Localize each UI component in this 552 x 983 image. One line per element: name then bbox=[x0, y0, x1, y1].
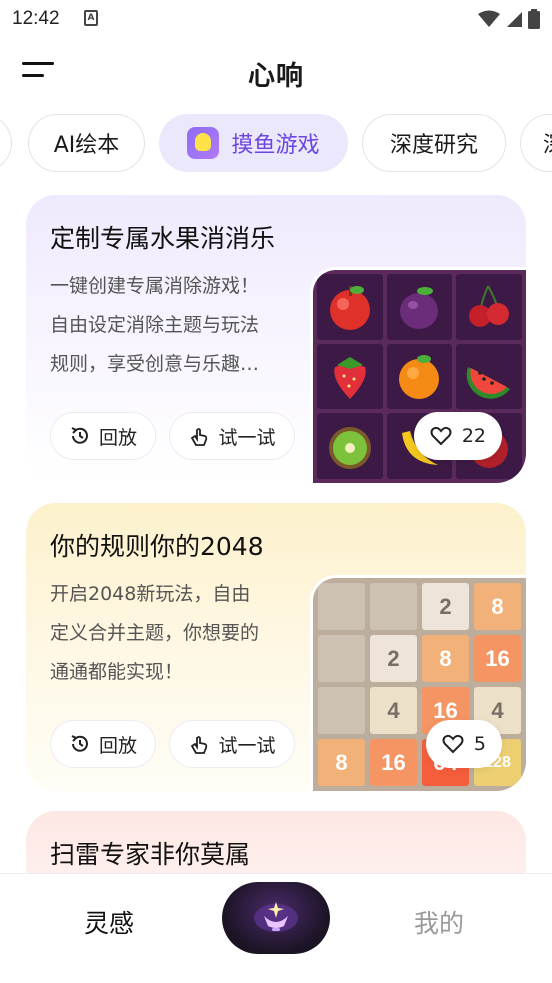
replay-icon bbox=[71, 427, 88, 444]
watermelon-icon bbox=[466, 367, 511, 400]
strawberry-icon bbox=[334, 357, 366, 400]
description-line: 规则，享受创意与乐趣… bbox=[50, 353, 260, 375]
tab-partial-right[interactable]: 深 bbox=[520, 114, 552, 172]
game-tile bbox=[370, 583, 417, 630]
card-title: 扫雷专家非你莫属 bbox=[50, 840, 251, 869]
replay-icon bbox=[71, 735, 88, 752]
app-screen: 12:42 A 心响 AI绘本 摸鱼游戏 深度研究 深 定制专属水果消消乐 bbox=[0, 0, 552, 983]
nav-inspire[interactable]: 灵感 bbox=[84, 904, 134, 940]
try-button[interactable]: 试一试 bbox=[169, 720, 295, 768]
game-tile bbox=[318, 687, 365, 734]
description-line: 一键创建专属消除游戏！ bbox=[50, 275, 260, 297]
like-count: 5 bbox=[473, 733, 486, 755]
status-time: 12:42 bbox=[12, 8, 60, 29]
category-tabs: AI绘本 摸鱼游戏 深度研究 深 bbox=[0, 114, 552, 172]
tab-label: AI绘本 bbox=[53, 133, 120, 158]
magic-lamp-icon bbox=[254, 902, 298, 932]
tab-label: 摸鱼游戏 bbox=[231, 133, 320, 158]
description-line: 通通都能实现！ bbox=[50, 661, 184, 683]
game-card-2048[interactable]: 你的规则你的2048 开启2048新玩法，自由 定义合并主题，你想要的 通通都能… bbox=[26, 503, 526, 791]
description-line: 自由设定消除主题与玩法 bbox=[50, 314, 260, 336]
plum-icon bbox=[400, 286, 439, 329]
game-tile: 8 bbox=[318, 739, 365, 786]
app-title: 心响 bbox=[248, 61, 304, 92]
tab-label: 深度研究 bbox=[389, 133, 478, 158]
like-button[interactable]: 5 bbox=[425, 720, 502, 768]
game-tile: 8 bbox=[474, 583, 521, 630]
game-tile: 4 bbox=[370, 687, 417, 734]
game-tile bbox=[318, 583, 365, 630]
tap-icon bbox=[191, 428, 208, 446]
game-tile: 16 bbox=[370, 739, 417, 786]
replay-button[interactable]: 回放 bbox=[50, 412, 156, 460]
kiwi-icon bbox=[328, 427, 371, 470]
game-tile bbox=[318, 635, 365, 682]
tab-partial-left[interactable] bbox=[0, 114, 12, 172]
game-card-fruit[interactable]: 定制专属水果消消乐 一键创建专属消除游戏！ 自由设定消除主题与玩法 规则，享受创… bbox=[26, 195, 526, 483]
signal-icon bbox=[507, 12, 522, 27]
like-button[interactable]: 22 bbox=[413, 412, 502, 460]
cherry-icon bbox=[469, 285, 510, 327]
status-bar: 12:42 A bbox=[0, 0, 552, 38]
tab-deep-research[interactable]: 深度研究 bbox=[362, 114, 506, 172]
card-title: 定制专属水果消消乐 bbox=[50, 224, 276, 253]
try-button[interactable]: 试一试 bbox=[169, 412, 295, 460]
try-label: 试一试 bbox=[218, 734, 276, 757]
try-label: 试一试 bbox=[218, 426, 276, 449]
card-title: 你的规则你的2048 bbox=[50, 532, 264, 561]
tab-label: 深 bbox=[543, 127, 552, 159]
nav-mine[interactable]: 我的 bbox=[414, 904, 464, 940]
description-line: 开启2048新玩法，自由 bbox=[50, 583, 251, 605]
replay-label: 回放 bbox=[98, 426, 137, 449]
description-line: 定义合并主题，你想要的 bbox=[50, 622, 260, 644]
app-header: 心响 bbox=[0, 40, 552, 102]
tab-fishing-games[interactable]: 摸鱼游戏 bbox=[159, 114, 348, 172]
game-tile: 16 bbox=[474, 635, 521, 682]
card-description: 开启2048新玩法，自由 定义合并主题，你想要的 通通都能实现！ bbox=[50, 575, 302, 692]
replay-button[interactable]: 回放 bbox=[50, 720, 156, 768]
card-description: 一键创建专属消除游戏！ 自由设定消除主题与玩法 规则，享受创意与乐趣… bbox=[50, 267, 302, 384]
like-count: 22 bbox=[461, 425, 486, 447]
apple-icon bbox=[329, 285, 370, 330]
heart-icon bbox=[430, 426, 452, 446]
battery-icon bbox=[528, 9, 540, 29]
orange-icon bbox=[399, 355, 440, 400]
notification-icon: A bbox=[84, 10, 98, 26]
create-button[interactable] bbox=[222, 882, 330, 954]
bottom-nav: 灵感 我的 bbox=[0, 873, 552, 983]
game-ghost-icon bbox=[187, 127, 220, 159]
game-tile: 8 bbox=[422, 635, 469, 682]
tap-icon bbox=[191, 736, 208, 754]
status-icons bbox=[478, 9, 540, 29]
tab-ai-picture-book[interactable]: AI绘本 bbox=[28, 114, 145, 172]
game-tile: 2 bbox=[422, 583, 469, 630]
heart-icon bbox=[442, 734, 464, 754]
game-tile: 2 bbox=[370, 635, 417, 682]
wifi-icon bbox=[478, 10, 500, 27]
replay-label: 回放 bbox=[98, 734, 137, 757]
